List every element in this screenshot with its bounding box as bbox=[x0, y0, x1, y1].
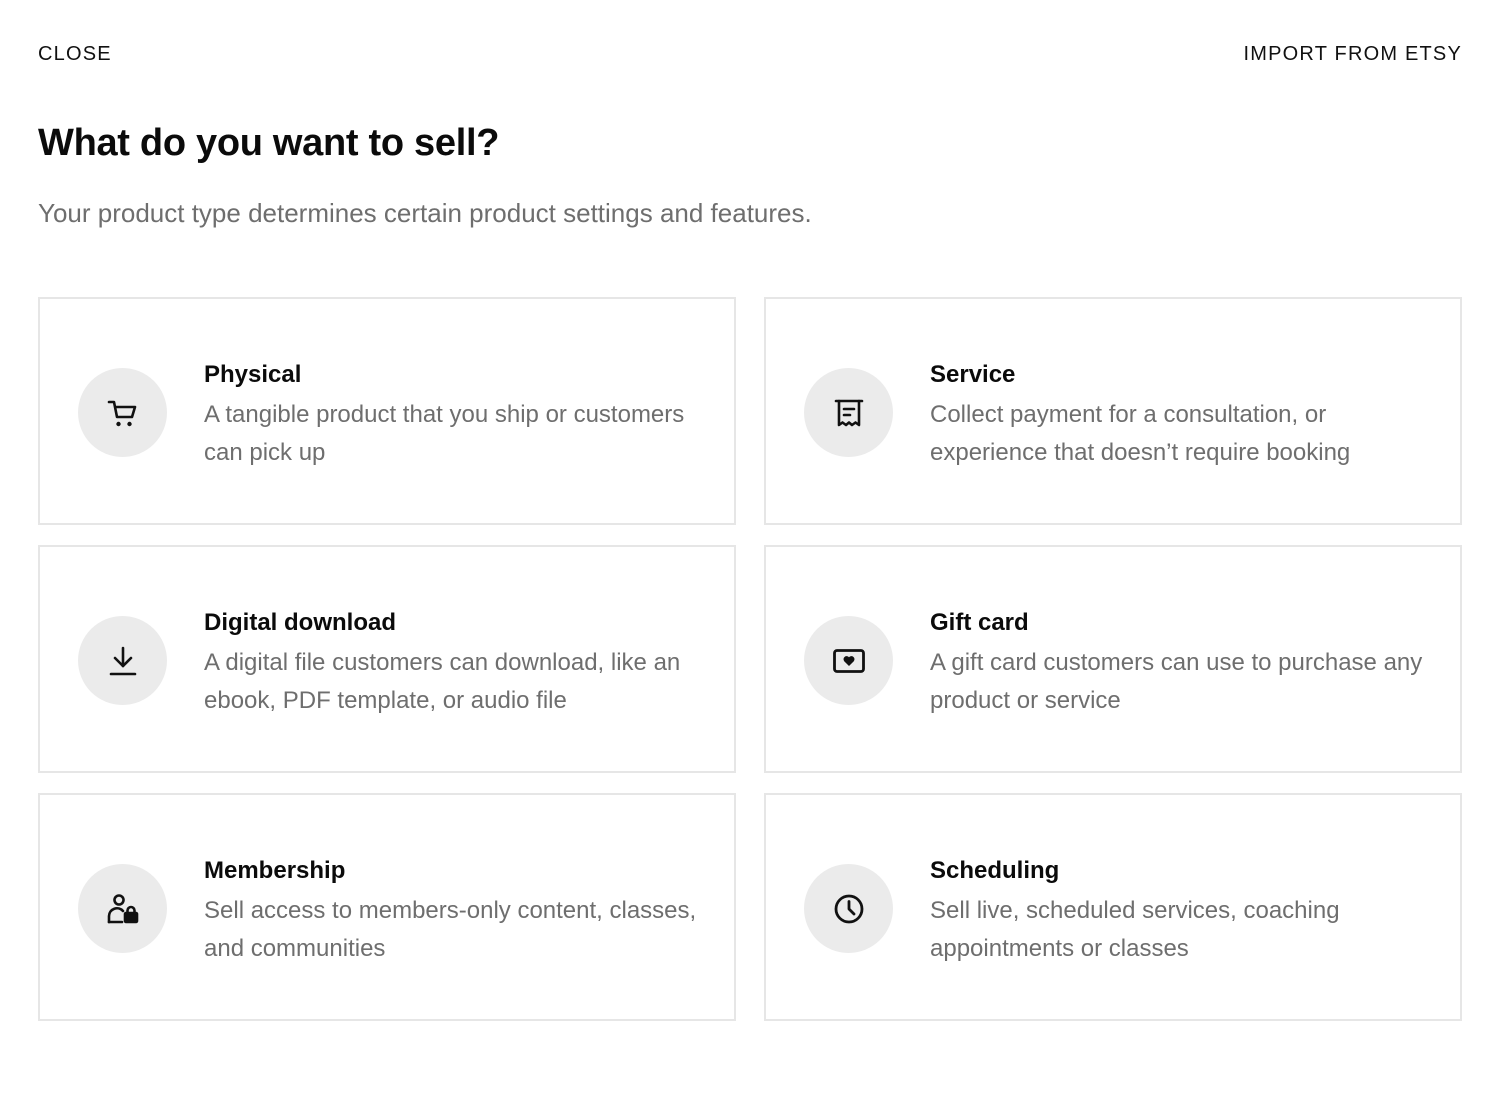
page-subtitle: Your product type determines certain pro… bbox=[38, 198, 812, 228]
option-text: Gift card A gift card customers can use … bbox=[930, 607, 1430, 719]
option-title: Gift card bbox=[930, 609, 1029, 636]
option-description: Sell live, scheduled services, coaching … bbox=[930, 897, 1340, 962]
gift-card-icon bbox=[804, 616, 893, 705]
top-bar: CLOSE IMPORT FROM ETSY bbox=[38, 40, 1462, 68]
option-text: Service Collect payment for a consultati… bbox=[930, 359, 1430, 471]
option-description: Sell access to members-only content, cla… bbox=[204, 897, 697, 962]
shopping-cart-icon bbox=[78, 368, 167, 457]
receipt-icon bbox=[804, 368, 893, 457]
download-icon bbox=[78, 616, 167, 705]
page-title: What do you want to sell? bbox=[38, 122, 500, 164]
option-description: A gift card customers can use to purchas… bbox=[930, 649, 1423, 714]
option-title: Physical bbox=[204, 361, 302, 388]
option-card-membership[interactable]: Membership Sell access to members-only c… bbox=[38, 793, 736, 1021]
option-card-gift-card[interactable]: Gift card A gift card customers can use … bbox=[764, 545, 1462, 773]
option-title: Membership bbox=[204, 857, 346, 884]
option-text: Digital download A digital file customer… bbox=[204, 607, 704, 719]
option-title: Service bbox=[930, 361, 1016, 388]
option-description: A digital file customers can download, l… bbox=[204, 649, 681, 714]
clock-icon bbox=[804, 864, 893, 953]
product-type-dialog: CLOSE IMPORT FROM ETSY What do you want … bbox=[0, 0, 1500, 1104]
option-card-physical[interactable]: Physical A tangible product that you shi… bbox=[38, 297, 736, 525]
close-button[interactable]: CLOSE bbox=[38, 43, 112, 66]
option-description: Collect payment for a consultation, or e… bbox=[930, 401, 1351, 466]
option-title: Digital download bbox=[204, 609, 396, 636]
import-from-etsy-button[interactable]: IMPORT FROM ETSY bbox=[1244, 43, 1462, 66]
option-title: Scheduling bbox=[930, 857, 1060, 884]
option-card-digital-download[interactable]: Digital download A digital file customer… bbox=[38, 545, 736, 773]
option-text: Membership Sell access to members-only c… bbox=[204, 855, 704, 967]
option-text: Scheduling Sell live, scheduled services… bbox=[930, 855, 1430, 967]
product-type-grid: Physical A tangible product that you shi… bbox=[38, 297, 1462, 1021]
member-lock-icon bbox=[78, 864, 167, 953]
option-card-scheduling[interactable]: Scheduling Sell live, scheduled services… bbox=[764, 793, 1462, 1021]
option-description: A tangible product that you ship or cust… bbox=[204, 401, 685, 466]
option-card-service[interactable]: Service Collect payment for a consultati… bbox=[764, 297, 1462, 525]
option-text: Physical A tangible product that you shi… bbox=[204, 359, 704, 471]
